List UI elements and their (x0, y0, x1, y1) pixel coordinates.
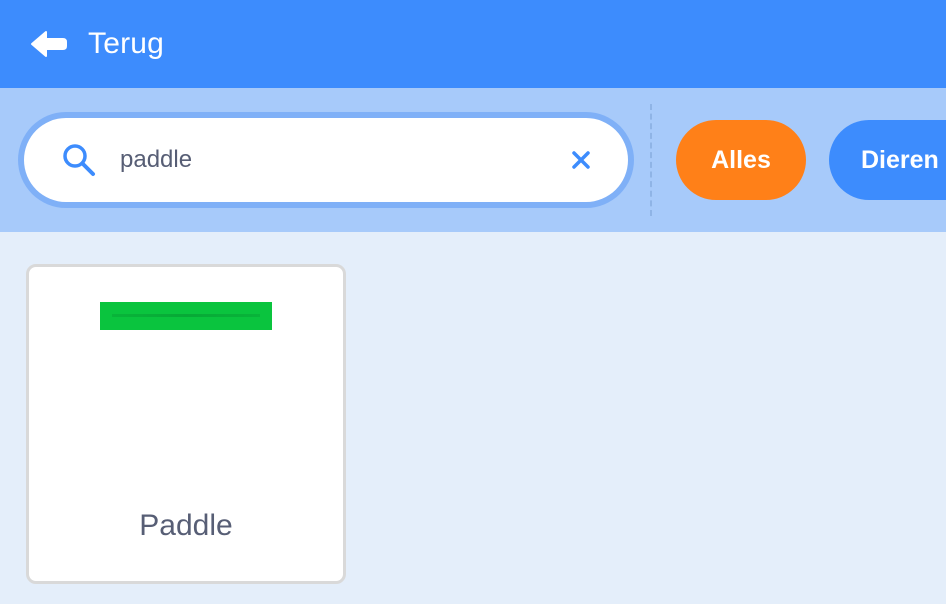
search-field (18, 112, 634, 208)
divider (650, 104, 652, 216)
tag-all[interactable]: Alles (676, 120, 806, 200)
back-label: Terug (88, 27, 165, 60)
tag-animals[interactable]: Dieren (829, 120, 946, 200)
sprite-card-paddle[interactable]: Paddle (26, 264, 346, 584)
filter-bar: Alles Dieren (0, 88, 946, 232)
header-bar: Terug (0, 0, 946, 88)
back-button[interactable]: Terug (30, 27, 164, 61)
search-input[interactable] (120, 140, 540, 180)
arrow-left-icon (31, 31, 67, 57)
paddle-thumbnail (100, 302, 272, 330)
close-icon[interactable] (572, 151, 590, 169)
search-icon (63, 144, 95, 176)
results-grid: Paddle (0, 232, 946, 604)
sprite-card-label: Paddle (139, 509, 233, 542)
search-box[interactable] (24, 118, 628, 202)
